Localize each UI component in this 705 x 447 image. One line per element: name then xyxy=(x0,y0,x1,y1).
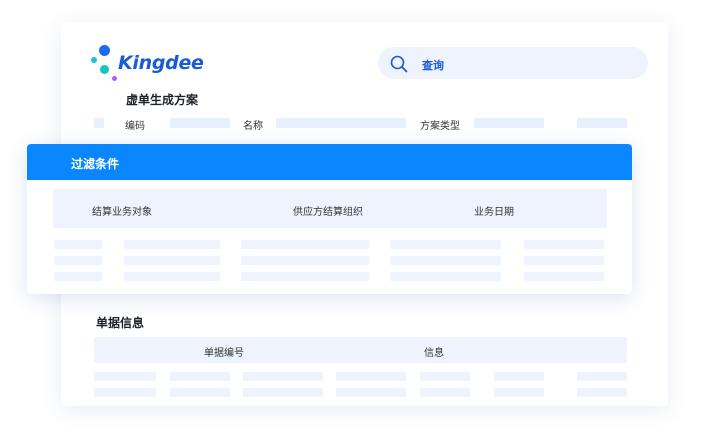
doc-info-title: 单据信息 xyxy=(96,316,145,330)
placeholder-cell xyxy=(241,240,369,249)
placeholder-cell xyxy=(241,272,369,281)
search-bar[interactable]: 查询 xyxy=(378,47,648,79)
kingdee-logo: Kingdee xyxy=(90,44,210,84)
logo-dot-purple xyxy=(112,76,117,81)
column-header-code: 编码 xyxy=(125,121,145,132)
placeholder-cell xyxy=(241,256,369,265)
filter-panel-header: 过滤条件 xyxy=(27,144,632,180)
filter-column-business-date: 业务日期 xyxy=(474,207,514,218)
placeholder-cell xyxy=(336,388,406,397)
search-icon xyxy=(390,55,408,73)
search-label: 查询 xyxy=(422,59,444,72)
column-header-scheme-type: 方案类型 xyxy=(420,121,460,132)
placeholder-cell xyxy=(577,372,627,381)
placeholder-cell xyxy=(243,388,323,397)
placeholder-cell xyxy=(577,388,627,397)
code-placeholder xyxy=(170,118,230,128)
logo-dot-cyan-small xyxy=(91,57,97,63)
placeholder-cell xyxy=(124,272,220,281)
filter-panel-title: 过滤条件 xyxy=(71,157,120,171)
placeholder-cell xyxy=(124,256,220,265)
placeholder-cell xyxy=(336,372,406,381)
doc-column-info: 信息 xyxy=(424,348,444,359)
placeholder-cell xyxy=(54,240,102,249)
placeholder-cell xyxy=(170,372,230,381)
placeholder-cell xyxy=(124,240,220,249)
column-header-name: 名称 xyxy=(243,121,263,132)
filter-column-supplier-org: 供应方结算组织 xyxy=(293,207,363,218)
doc-info-header-row: 单据编号 信息 xyxy=(94,337,627,363)
placeholder-cell xyxy=(420,372,470,381)
placeholder-cell xyxy=(94,388,156,397)
filter-header-row: 结算业务对象 供应方结算组织 业务日期 xyxy=(53,189,607,228)
placeholder-cell xyxy=(390,256,501,265)
placeholder-cell xyxy=(524,272,604,281)
filter-column-settlement-object: 结算业务对象 xyxy=(92,207,152,218)
logo-dot-blue xyxy=(99,45,110,56)
scheme-title: 虚单生成方案 xyxy=(126,93,199,107)
placeholder-cell xyxy=(94,372,156,381)
placeholder-cell xyxy=(494,388,544,397)
placeholder-cell xyxy=(524,256,604,265)
extra-placeholder xyxy=(577,118,627,128)
placeholder-cell xyxy=(243,372,323,381)
name-placeholder xyxy=(276,118,406,128)
placeholder-cell xyxy=(390,240,501,249)
logo-text: Kingdee xyxy=(118,52,204,74)
doc-column-bill-number: 单据编号 xyxy=(204,348,244,359)
placeholder-cell xyxy=(494,372,544,381)
row-checkbox[interactable] xyxy=(94,118,104,128)
placeholder-cell xyxy=(54,256,102,265)
placeholder-cell xyxy=(524,240,604,249)
logo-dot-teal xyxy=(100,65,109,74)
scheme-type-placeholder xyxy=(474,118,544,128)
placeholder-cell xyxy=(54,272,102,281)
placeholder-cell xyxy=(420,388,470,397)
placeholder-cell xyxy=(170,388,230,397)
placeholder-cell xyxy=(390,272,501,281)
